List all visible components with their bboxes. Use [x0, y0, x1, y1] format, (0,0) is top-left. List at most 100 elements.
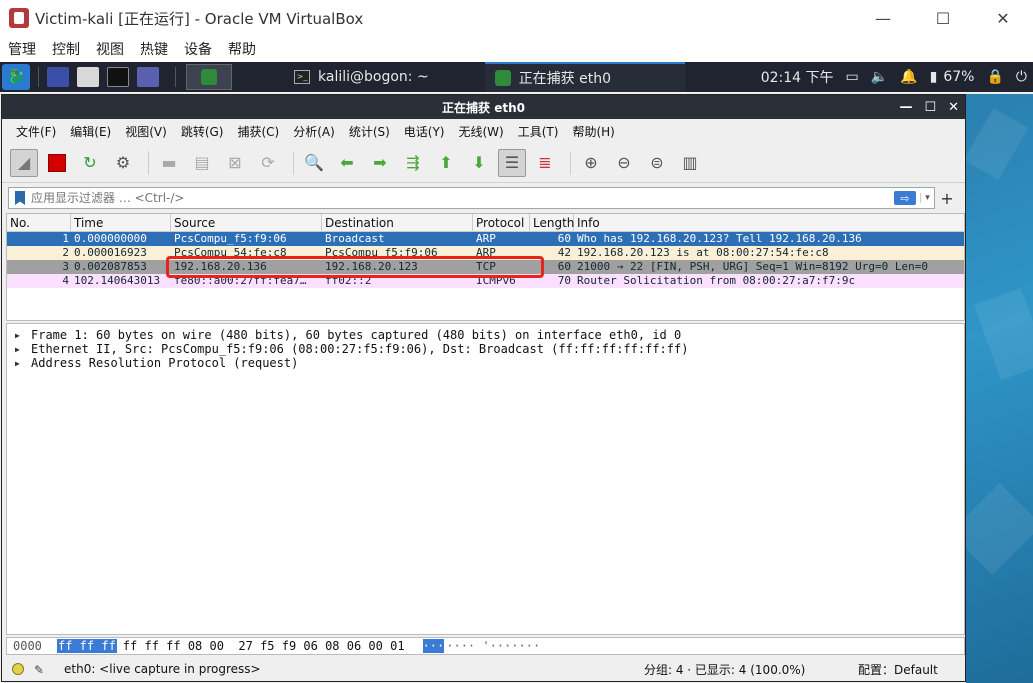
column-header-length[interactable]: Length: [530, 214, 574, 231]
power-icon[interactable]: ⏻: [1016, 69, 1027, 85]
status-profile[interactable]: 配置：Default: [858, 661, 938, 678]
menu-view[interactable]: 视图(V): [125, 123, 167, 140]
bookmark-icon[interactable]: [15, 191, 25, 205]
column-header-destination[interactable]: Destination: [322, 214, 473, 231]
menu-file[interactable]: 文件(F): [16, 123, 56, 140]
bytes-selected-hex[interactable]: ff ff ff: [57, 639, 117, 653]
restart-capture-button[interactable]: ↻: [76, 149, 104, 177]
menu-tools[interactable]: 工具(T): [518, 123, 559, 140]
packet-details-tree: ▶ Frame 1: 60 bytes on wire (480 bits), 6…: [6, 323, 965, 635]
cell-source: PcsCompu_f5:f9:06: [174, 232, 287, 245]
monitor-icon[interactable]: ▭: [846, 69, 859, 85]
go-to-packet-button[interactable]: ⇶: [399, 149, 427, 177]
wireshark-minimize-button[interactable]: —: [899, 100, 912, 115]
menu-manage[interactable]: 管理: [8, 39, 36, 59]
desktop-launcher-icon[interactable]: [47, 67, 69, 87]
folder-icon: ▬: [161, 153, 177, 172]
zoom-out-button[interactable]: ⊖: [610, 149, 638, 177]
maximize-button[interactable]: ☐: [913, 0, 973, 36]
terminal-icon: >_: [294, 70, 310, 84]
save-file-button[interactable]: ▤: [188, 149, 216, 177]
virtualbox-logo-icon: [9, 8, 29, 28]
zoom-out-icon: ⊖: [617, 153, 631, 172]
bytes-ascii[interactable]: ···· '·······: [446, 639, 540, 653]
menu-devices[interactable]: 设备: [184, 39, 212, 59]
notification-bell-icon[interactable]: 🔔: [900, 69, 917, 85]
display-filter-input[interactable]: [31, 191, 894, 205]
column-header-info[interactable]: Info: [574, 214, 964, 231]
kali-top-panel: 🐉 >_ kalili@bogon: ~ 正在捕获 eth0 02:14 下午 …: [0, 62, 1033, 92]
filter-dropdown-icon[interactable]: ▾: [920, 193, 934, 203]
stop-capture-button[interactable]: [43, 149, 71, 177]
search-icon: 🔍: [304, 153, 324, 172]
close-file-button[interactable]: ⊠: [221, 149, 249, 177]
menu-wireless[interactable]: 无线(W): [459, 123, 504, 140]
terminal-launcher-icon[interactable]: [107, 67, 129, 87]
column-header-time[interactable]: Time: [71, 214, 171, 231]
menu-help[interactable]: 帮助(H): [572, 123, 614, 140]
capture-options-button[interactable]: ⚙: [109, 149, 137, 177]
battery-icon[interactable]: ▮: [930, 69, 938, 85]
virtualbox-titlebar: Victim-kali [正在运行] - Oracle VM VirtualBo…: [0, 0, 1033, 36]
wireshark-icon: [494, 70, 511, 86]
expert-info-icon[interactable]: [12, 663, 24, 675]
start-capture-button[interactable]: ◢: [10, 148, 38, 177]
display-filter-field: ⇨ ▾: [8, 187, 935, 209]
apply-filter-button[interactable]: ⇨: [894, 191, 916, 205]
capture-comment-icon[interactable]: ✎: [34, 663, 48, 677]
expand-arrow-icon[interactable]: ▶: [15, 331, 31, 340]
open-file-button[interactable]: ▬: [155, 149, 183, 177]
menu-view[interactable]: 视图: [96, 39, 124, 59]
menu-statistics[interactable]: 统计(S): [349, 123, 390, 140]
taskbar-wireshark[interactable]: 正在捕获 eth0: [484, 62, 685, 92]
go-back-button[interactable]: ⬅: [333, 149, 361, 177]
cell-no: 3: [62, 260, 69, 273]
bytes-hex[interactable]: ff ff ff 08 00 27 f5 f9 06 08 06 00 01: [123, 639, 405, 653]
wireshark-close-button[interactable]: ✕: [948, 100, 959, 115]
menu-go[interactable]: 跳转(G): [181, 123, 224, 140]
screen-recorder-icon[interactable]: [137, 67, 159, 87]
go-forward-button[interactable]: ➡: [366, 149, 394, 177]
menu-hotkey[interactable]: 热键: [140, 39, 168, 59]
workspace-wireshark-button[interactable]: [186, 64, 232, 90]
toolbar-separator: [570, 150, 571, 175]
bytes-selected-ascii[interactable]: ···: [422, 639, 445, 653]
cell-info: Router Solicitation from 08:00:27:a7:f7:…: [577, 274, 856, 287]
menu-help[interactable]: 帮助: [228, 39, 256, 59]
normal-size-button[interactable]: ⊜: [643, 149, 671, 177]
expand-arrow-icon[interactable]: ▶: [15, 345, 31, 354]
find-packet-button[interactable]: 🔍: [300, 149, 328, 177]
column-header-source[interactable]: Source: [171, 214, 322, 231]
menu-capture[interactable]: 捕获(C): [237, 123, 279, 140]
column-header-protocol[interactable]: Protocol: [473, 214, 530, 231]
autoscroll-button[interactable]: ☰: [498, 148, 526, 177]
zoom-in-button[interactable]: ⊕: [577, 149, 605, 177]
minimize-button[interactable]: —: [853, 0, 913, 36]
resize-columns-button[interactable]: ▥: [676, 149, 704, 177]
go-first-button[interactable]: ⬆: [432, 149, 460, 177]
wireshark-icon: [201, 69, 217, 85]
expand-arrow-icon[interactable]: ▶: [15, 359, 31, 368]
column-header-no[interactable]: No.: [7, 214, 71, 231]
kali-menu-icon[interactable]: 🐉: [2, 64, 30, 90]
menu-control[interactable]: 控制: [52, 39, 80, 59]
file-manager-icon[interactable]: [77, 67, 99, 87]
tree-item-arp[interactable]: ▶ Address Resolution Protocol (request): [7, 356, 964, 370]
taskbar-terminal[interactable]: >_ kalili@bogon: ~: [284, 62, 439, 92]
reload-file-button[interactable]: ⟳: [254, 149, 282, 177]
lock-icon[interactable]: 🔒: [986, 69, 1003, 85]
tree-item-label: Ethernet II, Src: PcsCompu_f5:f9:06 (08:…: [31, 342, 689, 356]
menu-telephony[interactable]: 电话(Y): [404, 123, 445, 140]
volume-icon[interactable]: 🔈: [871, 69, 888, 85]
wireshark-maximize-button[interactable]: ☐: [924, 100, 936, 115]
go-last-button[interactable]: ⬇: [465, 149, 493, 177]
menu-edit[interactable]: 编辑(E): [70, 123, 111, 140]
tree-item-ethernet[interactable]: ▶ Ethernet II, Src: PcsCompu_f5:f9:06 (08…: [7, 342, 964, 356]
tree-item-frame[interactable]: ▶ Frame 1: 60 bytes on wire (480 bits), 6…: [7, 328, 964, 342]
close-button[interactable]: ✕: [973, 0, 1033, 36]
menu-analyze[interactable]: 分析(A): [293, 123, 335, 140]
add-filter-button[interactable]: +: [935, 189, 959, 208]
colorize-button[interactable]: ≣: [531, 149, 559, 177]
clock[interactable]: 02:14 下午: [761, 67, 834, 87]
table-row[interactable]: 1 0.000000000 PcsCompu_f5:f9:06 Broadcas…: [7, 232, 964, 246]
